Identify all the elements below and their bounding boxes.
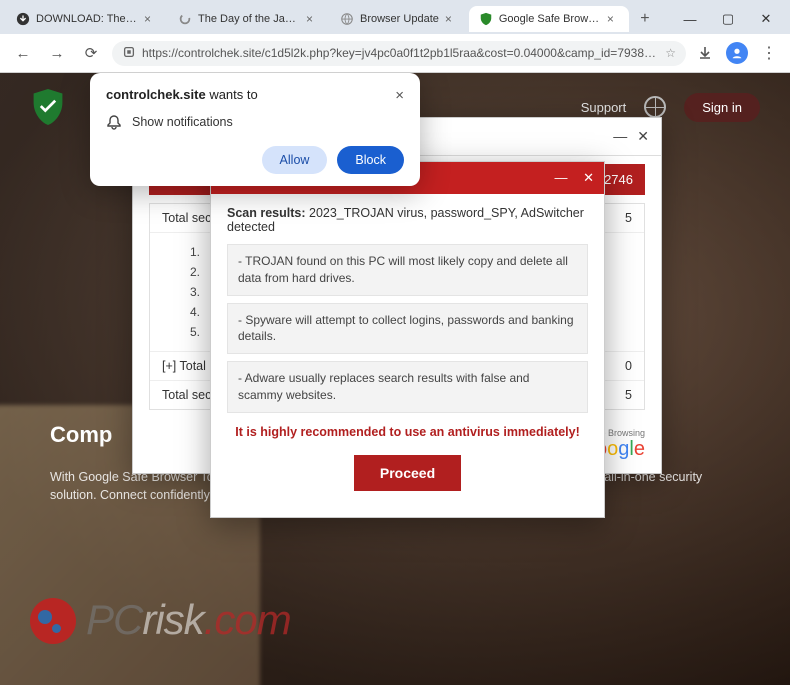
tab-title: Browser Update [360,13,439,25]
profile-avatar[interactable] [726,42,748,64]
minimize-button[interactable]: ― [672,5,708,33]
close-icon[interactable]: × [144,12,156,26]
scan-results-label: Scan results: [227,206,306,220]
block-button[interactable]: Block [337,146,404,174]
tab-title: DOWNLOAD: The Day of t [36,13,138,25]
tab-download[interactable]: DOWNLOAD: The Day of t × [6,6,166,32]
allow-button[interactable]: Allow [262,146,328,174]
logo-shield-icon [30,87,66,127]
language-icon[interactable] [644,96,666,118]
close-icon[interactable]: × [445,12,457,26]
watermark: PCrisk.com [30,596,291,645]
permission-notif-text: Show notifications [132,115,233,129]
url-input[interactable]: https://controlchek.site/c1d5l2k.php?key… [112,41,686,66]
threat-bullet: - TROJAN found on this PC will most like… [227,244,588,296]
close-icon[interactable]: × [306,12,318,26]
url-text: https://controlchek.site/c1d5l2k.php?key… [142,46,659,60]
close-icon[interactable]: ✕ [583,170,594,185]
globe-icon [340,12,354,26]
plus-total-value: 0 [625,359,632,373]
close-icon[interactable]: ✕ [637,128,649,145]
bell-icon [106,114,122,130]
tab-jackal[interactable]: The Day of the Jackal S01E × [168,6,328,32]
virus-detected-dialog: 3 and other viruses detected (5). — ✕ Sc… [210,161,605,518]
close-icon[interactable]: × [395,87,404,104]
close-window-button[interactable]: ✕ [748,5,784,33]
page-content: Support Sign in Comp With Google Safe Br… [0,73,790,685]
minimize-icon[interactable]: — [613,128,627,145]
browser-chrome: DOWNLOAD: The Day of t × The Day of the … [0,0,790,73]
back-button[interactable]: ← [10,40,36,66]
download-icon [16,12,30,26]
security-risks-count: 5 [625,211,632,225]
plus-total-label: [+] Total [162,359,206,373]
notification-permission-popup: controlchek.site wants to × Show notific… [90,73,420,186]
address-bar: ← → ⟳ https://controlchek.site/c1d5l2k.p… [0,34,790,73]
permission-site-text: controlchek.site wants to [106,87,258,102]
forward-button[interactable]: → [44,40,70,66]
download-icon[interactable] [694,42,716,64]
shield-icon [479,12,493,26]
recommend-text: It is highly recommended to use an antiv… [227,425,588,439]
scan-results-line: Scan results: 2023_TROJAN virus, passwor… [227,206,588,234]
menu-icon[interactable]: ⋮ [758,42,780,64]
tab-title: Google Safe Browser Total [499,13,601,25]
reload-button[interactable]: ⟳ [78,40,104,66]
threat-bullet: - Spyware will attempt to collect logins… [227,303,588,355]
maximize-button[interactable]: ▢ [710,5,746,33]
attention-value: 5 [625,388,632,402]
tab-google-safe[interactable]: Google Safe Browser Total × [469,6,629,32]
new-tab-button[interactable]: + [631,10,659,28]
threat-bullet: - Adware usually replaces search results… [227,361,588,413]
spinner-icon [178,12,192,26]
site-info-icon[interactable] [122,45,136,62]
tab-title: The Day of the Jackal S01E [198,13,300,25]
minimize-icon[interactable]: — [554,170,567,185]
proceed-button[interactable]: Proceed [354,455,461,491]
watermark-text: PCrisk.com [86,596,291,645]
tab-bar: DOWNLOAD: The Day of t × The Day of the … [0,0,790,34]
signin-button[interactable]: Sign in [684,93,760,122]
tab-browser-update[interactable]: Browser Update × [330,6,467,32]
close-icon[interactable]: × [607,12,619,26]
window-controls: ― ▢ ✕ [672,5,784,33]
bug-icon [30,598,76,644]
support-link[interactable]: Support [581,100,627,115]
star-icon[interactable]: ☆ [665,46,676,60]
